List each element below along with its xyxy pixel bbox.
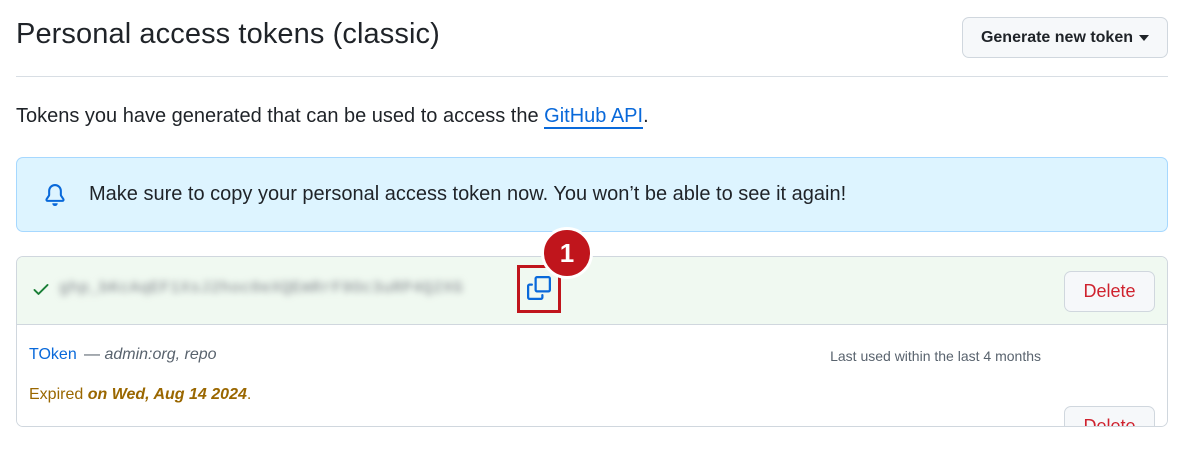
token-scopes: — admin:org, repo <box>84 346 217 364</box>
scope-list: admin:org, repo <box>104 346 217 363</box>
expired-prefix: Expired <box>29 386 84 403</box>
expiry-status: Expired on Wed, Aug 14 2024. <box>29 386 251 404</box>
generate-new-token-button[interactable]: Generate new token <box>961 17 1168 58</box>
copy-icon <box>527 275 551 303</box>
check-icon <box>31 279 51 299</box>
caret-down-icon <box>1139 34 1149 41</box>
tokens-description: Tokens you have generated that can be us… <box>16 105 649 129</box>
delete-token-button[interactable]: Delete <box>1064 406 1155 426</box>
flash-message: Make sure to copy your personal access t… <box>89 183 847 205</box>
new-token-row: ghp_bKcAqEF1XsJ2hoc0eXQEmRrF9Oc3uRP4Q2XG… <box>17 257 1167 325</box>
description-suffix: . <box>643 105 649 127</box>
token-row: TOken — admin:org, repo Last used within… <box>17 325 1167 426</box>
bell-icon <box>43 183 67 207</box>
generate-new-token-label: Generate new token <box>980 28 1133 46</box>
page-header: Personal access tokens (classic) Generat… <box>16 0 1168 77</box>
annotation-badge: 1 <box>541 227 593 279</box>
page-title: Personal access tokens (classic) <box>16 18 440 50</box>
description-text: Tokens you have generated that can be us… <box>16 105 545 127</box>
expired-date: on Wed, Aug 14 2024 <box>87 386 247 403</box>
github-api-link[interactable]: GitHub API <box>544 105 644 129</box>
token-name-link[interactable]: TOken <box>29 346 77 364</box>
last-used-text: Last used within the last 4 months <box>830 348 1041 364</box>
expired-suffix: . <box>246 386 252 403</box>
scope-separator: — <box>84 346 100 363</box>
delete-new-token-button[interactable]: Delete <box>1064 271 1155 312</box>
copy-token-flash: Make sure to copy your personal access t… <box>16 157 1168 232</box>
token-list: ghp_bKcAqEF1XsJ2hoc0eXQEmRrF9Oc3uRP4Q2XG… <box>16 256 1168 427</box>
new-token-value: ghp_bKcAqEF1XsJ2hoc0eXQEmRrF9Oc3uRP4Q2XG <box>59 279 464 297</box>
